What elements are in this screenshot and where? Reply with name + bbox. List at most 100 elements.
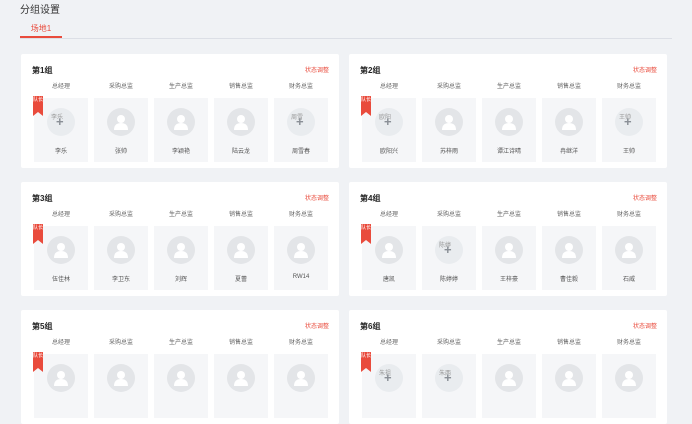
member-name: 石威 bbox=[622, 277, 635, 283]
leader-badge: 队长 bbox=[361, 224, 371, 244]
member-slot[interactable]: 夏蕾 bbox=[214, 226, 268, 290]
member-name: 李卫东 bbox=[111, 277, 130, 283]
member-slot[interactable]: 欧阳 + 欧阳兴 队长 bbox=[361, 96, 416, 162]
member-slot[interactable]: 唐凯 队长 bbox=[361, 224, 416, 290]
member-slot[interactable]: 朱祖 + 队长 bbox=[361, 352, 416, 418]
broken-image-icon: + bbox=[444, 242, 452, 257]
member-slot[interactable] bbox=[482, 354, 536, 418]
member-slot[interactable]: 苏梓雨 bbox=[422, 98, 476, 162]
member-slot[interactable] bbox=[542, 354, 596, 418]
user-icon bbox=[234, 115, 248, 130]
member-slot[interactable] bbox=[94, 354, 148, 418]
user-icon bbox=[382, 243, 396, 258]
user-icon bbox=[54, 371, 68, 386]
member-name: 谭江诗晴 bbox=[496, 149, 521, 155]
user-icon bbox=[114, 371, 128, 386]
leader-badge: 队长 bbox=[361, 96, 371, 116]
broken-image-icon: + bbox=[444, 370, 452, 385]
member-slot[interactable]: 周雪 + 周雪春 bbox=[274, 98, 328, 162]
member-slot[interactable]: 冉继洋 bbox=[542, 98, 596, 162]
user-icon bbox=[234, 371, 248, 386]
user-icon bbox=[54, 243, 68, 258]
avatar bbox=[287, 364, 315, 392]
group-card: 第3组 状态调整 总经理 伍佳林 队长 采购总监 李卫东 生产总监 刘辉 销售总监 夏蕾 财务总监 RW… bbox=[21, 182, 339, 296]
role-label: 财务总监 bbox=[288, 84, 313, 90]
member-slot[interactable] bbox=[214, 354, 268, 418]
user-icon bbox=[622, 371, 636, 386]
member-slot[interactable]: 伍佳林 队长 bbox=[33, 224, 88, 290]
user-icon bbox=[174, 115, 188, 130]
member-slot[interactable]: 李颖艳 bbox=[154, 98, 208, 162]
member-slot[interactable]: 石威 bbox=[602, 226, 656, 290]
member-slot[interactable]: 王梓豪 bbox=[482, 226, 536, 290]
avatar bbox=[227, 108, 255, 136]
role-label: 财务总监 bbox=[288, 212, 313, 218]
status-adjust-link[interactable]: 状态调整 bbox=[633, 65, 657, 74]
role-label: 生产总监 bbox=[496, 340, 521, 346]
status-adjust-link[interactable]: 状态调整 bbox=[305, 65, 329, 74]
member-slot[interactable]: 陈婷 + 陈婷婷 bbox=[422, 226, 476, 290]
member-slot[interactable]: 刘辉 bbox=[154, 226, 208, 290]
broken-image-icon: + bbox=[384, 370, 392, 385]
member-slot[interactable]: RW14 bbox=[274, 226, 328, 290]
role-label: 财务总监 bbox=[616, 84, 641, 90]
broken-image-icon: + bbox=[296, 114, 304, 129]
role-label: 销售总监 bbox=[228, 340, 253, 346]
member-slot[interactable] bbox=[274, 354, 328, 418]
avatar bbox=[167, 236, 195, 264]
role-label: 总经理 bbox=[379, 84, 398, 90]
status-adjust-link[interactable]: 状态调整 bbox=[305, 321, 329, 330]
role-label: 总经理 bbox=[51, 212, 70, 218]
avatar: 李乐 + bbox=[47, 108, 75, 136]
member-name: 冉继洋 bbox=[559, 149, 578, 155]
member-slot[interactable]: 朱两 + bbox=[422, 354, 476, 418]
member-slot[interactable]: 陆云龙 bbox=[214, 98, 268, 162]
status-adjust-link[interactable]: 状态调整 bbox=[305, 193, 329, 202]
member-slot[interactable]: 张帅 bbox=[94, 98, 148, 162]
role-label: 财务总监 bbox=[616, 212, 641, 218]
member-slot[interactable]: 李卫东 bbox=[94, 226, 148, 290]
role-label: 销售总监 bbox=[556, 212, 581, 218]
member-name: 苏梓雨 bbox=[439, 149, 458, 155]
role-label: 总经理 bbox=[51, 84, 70, 90]
role-label: 销售总监 bbox=[556, 84, 581, 90]
user-icon bbox=[294, 371, 308, 386]
group-title: 第6组 bbox=[360, 322, 381, 331]
member-slot[interactable]: 李乐 + 李乐 队长 bbox=[33, 96, 88, 162]
avatar: 陈婷 + bbox=[435, 236, 463, 264]
group-title: 第3组 bbox=[32, 194, 53, 203]
tab-venue-1[interactable]: 场地1 bbox=[20, 20, 62, 38]
member-name: 陈婷婷 bbox=[439, 277, 458, 283]
leader-badge: 队长 bbox=[33, 352, 43, 372]
member-name: RW14 bbox=[292, 274, 310, 280]
member-slot[interactable]: 曹佳毅 bbox=[542, 226, 596, 290]
avatar bbox=[495, 108, 523, 136]
broken-image-icon: + bbox=[56, 114, 64, 129]
member-name: 夏蕾 bbox=[234, 277, 247, 283]
member-slot[interactable]: 王帅 + 王帅 bbox=[602, 98, 656, 162]
member-slot[interactable]: 队长 bbox=[33, 352, 88, 418]
member-name: 欧阳兴 bbox=[379, 149, 398, 155]
member-slot[interactable]: 谭江诗晴 bbox=[482, 98, 536, 162]
member-slot[interactable] bbox=[154, 354, 208, 418]
role-label: 采购总监 bbox=[436, 84, 461, 90]
avatar bbox=[107, 108, 135, 136]
member-slot[interactable] bbox=[602, 354, 656, 418]
status-adjust-link[interactable]: 状态调整 bbox=[633, 193, 657, 202]
member-name: 周雪春 bbox=[291, 149, 310, 155]
member-name: 王梓豪 bbox=[499, 277, 518, 283]
avatar bbox=[107, 236, 135, 264]
role-label: 生产总监 bbox=[496, 212, 521, 218]
user-icon bbox=[562, 371, 576, 386]
member-name: 李乐 bbox=[54, 149, 67, 155]
avatar bbox=[615, 236, 643, 264]
role-label: 采购总监 bbox=[108, 212, 133, 218]
status-adjust-link[interactable]: 状态调整 bbox=[633, 321, 657, 330]
user-icon bbox=[114, 115, 128, 130]
role-label: 总经理 bbox=[379, 340, 398, 346]
role-label: 生产总监 bbox=[168, 340, 193, 346]
role-label: 采购总监 bbox=[436, 340, 461, 346]
avatar bbox=[47, 236, 75, 264]
avatar bbox=[495, 364, 523, 392]
avatar bbox=[227, 364, 255, 392]
